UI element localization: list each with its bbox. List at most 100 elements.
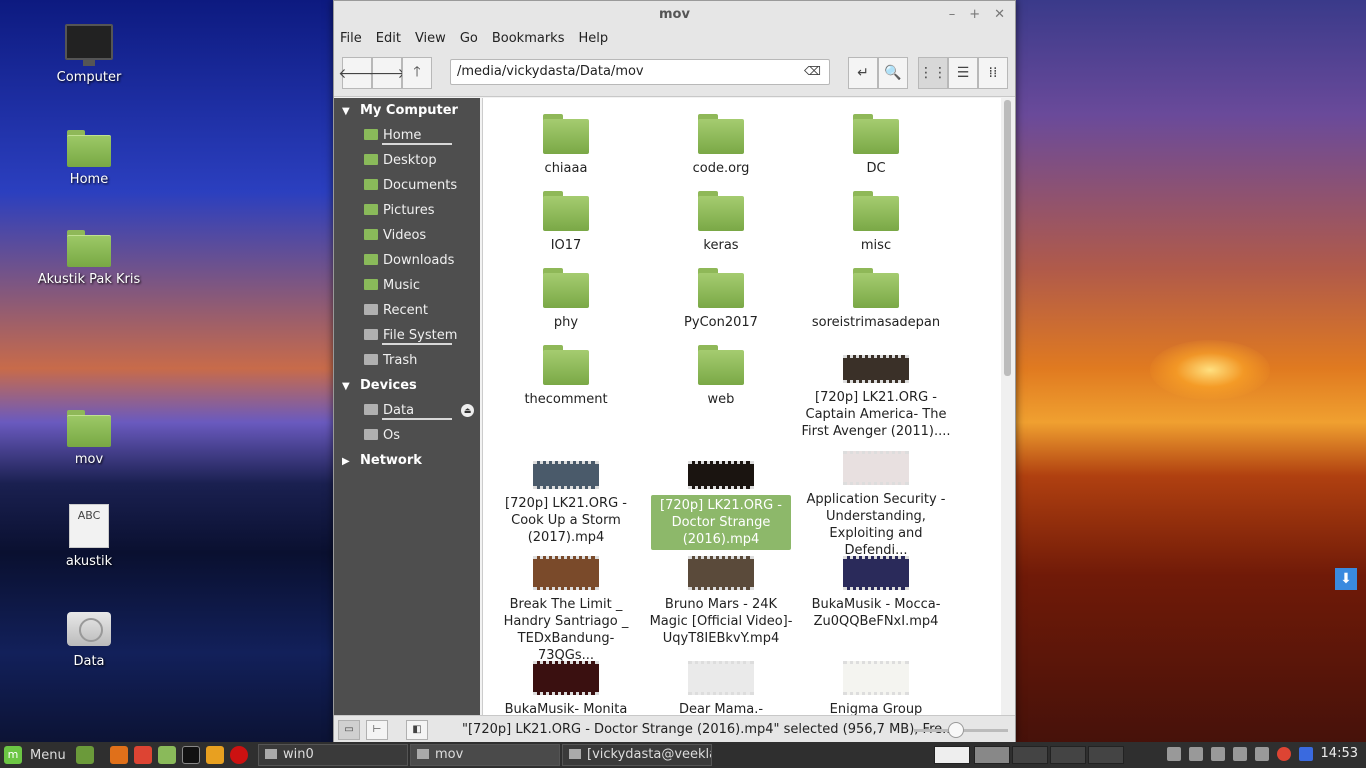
sidebar-section-devices[interactable]: ▼ Devices — [334, 373, 480, 398]
sidebar-item-recent[interactable]: Recent — [334, 298, 480, 323]
window-titlebar[interactable]: mov – + ✕ — [334, 1, 1015, 29]
sidebar-item-downloads[interactable]: Downloads — [334, 248, 480, 273]
maximize-button[interactable]: + — [969, 1, 980, 29]
sidebar-item-file-system[interactable]: File System — [334, 323, 480, 348]
show-places-button[interactable]: ▭ — [338, 720, 360, 740]
opera-icon[interactable] — [230, 746, 248, 764]
desktop-icon-label: Home — [69, 172, 109, 187]
user-icon[interactable] — [1166, 746, 1181, 761]
file-item[interactable]: Break The Limit _ Handry Santriago _ TED… — [491, 556, 641, 664]
desktop-icon-mov[interactable]: mov — [34, 410, 144, 467]
zoom-slider-handle[interactable] — [948, 722, 965, 738]
download-icon[interactable]: ⬇ — [1335, 568, 1357, 590]
clock[interactable]: 14:53 — [1321, 746, 1358, 761]
status-text: "[720p] LK21.ORG - Doctor Strange (2016)… — [462, 722, 955, 737]
icon-view-button[interactable]: ⋮⋮ — [918, 57, 948, 89]
file-item[interactable]: web — [646, 345, 796, 408]
file-item[interactable]: Application Security - Understanding, Ex… — [801, 451, 951, 559]
desktop-icon-home[interactable]: Home — [34, 130, 144, 187]
video-thumbnail — [843, 355, 909, 383]
blogger-icon[interactable] — [206, 746, 224, 764]
sidebar-item-videos[interactable]: Videos — [334, 223, 480, 248]
workspace-1[interactable] — [934, 746, 970, 764]
file-item[interactable]: code.org — [646, 114, 796, 177]
firefox-icon[interactable] — [110, 746, 128, 764]
desktop-icon-akustik[interactable]: ABC akustik — [34, 504, 144, 569]
desktop-icon-label: Computer — [56, 70, 122, 85]
sidebar-section-my-computer[interactable]: ▼ My Computer — [334, 98, 480, 123]
window-icon — [265, 749, 277, 759]
workspace-5[interactable] — [1088, 746, 1124, 764]
workspace-4[interactable] — [1050, 746, 1086, 764]
file-item[interactable]: misc — [801, 191, 951, 254]
scrollbar-thumb[interactable] — [1004, 100, 1011, 376]
menu-view[interactable]: View — [415, 29, 454, 49]
workspace-3[interactable] — [1012, 746, 1048, 764]
file-item[interactable]: Enigma Group — [801, 661, 951, 715]
file-item[interactable]: soreistrimasadepan — [801, 268, 951, 331]
toggle-location-button[interactable]: ↵ — [848, 57, 878, 89]
location-input[interactable]: /media/vickydasta/Data/mov ⌫ — [450, 59, 830, 85]
desktop-icon-akustik-pak-kris[interactable]: Akustik Pak Kris — [34, 230, 144, 287]
show-tree-button[interactable]: ⊢ — [366, 720, 388, 740]
wifi-icon[interactable] — [1210, 746, 1225, 761]
file-item[interactable]: [720p] LK21.ORG - Captain America- The F… — [801, 355, 951, 440]
terminal-icon[interactable] — [182, 746, 200, 764]
file-item[interactable]: PyCon2017 — [646, 268, 796, 331]
clear-location-icon[interactable]: ⌫ — [804, 64, 821, 78]
menu-bookmarks[interactable]: Bookmarks — [492, 29, 573, 49]
desktop-icon-data[interactable]: Data — [34, 606, 144, 669]
workspace-2[interactable] — [974, 746, 1010, 764]
sidebar-item-music[interactable]: Music — [334, 273, 480, 298]
sidebar-item-home[interactable]: Home — [334, 123, 480, 148]
file-item[interactable]: [720p] LK21.ORG - Cook Up a Storm (2017)… — [491, 461, 641, 546]
taskbar-window-mov[interactable]: mov — [410, 744, 560, 766]
search-button[interactable]: 🔍 — [878, 57, 908, 89]
sidebar-item-data[interactable]: Data ⏏ — [334, 398, 480, 423]
up-button[interactable]: 🡑 — [402, 57, 432, 89]
file-item[interactable]: DC — [801, 114, 951, 177]
volume-icon[interactable] — [1232, 746, 1247, 761]
sidebar-item-trash[interactable]: Trash — [334, 348, 480, 373]
menu-help[interactable]: Help — [578, 29, 616, 49]
files-icon[interactable] — [158, 746, 176, 764]
file-item-selected[interactable]: [720p] LK21.ORG - Doctor Strange (2016).… — [651, 461, 791, 550]
file-view[interactable]: chiaaa code.org DC IO17 keras misc phy P… — [482, 98, 1002, 715]
file-item[interactable]: thecomment — [491, 345, 641, 408]
sidebar-item-desktop[interactable]: Desktop — [334, 148, 480, 173]
list-view-button[interactable]: ☰ — [948, 57, 978, 89]
file-item[interactable]: BukaMusik - Mocca-Zu0QQBeFNxI.mp4 — [801, 556, 951, 630]
eject-icon[interactable]: ⏏ — [461, 404, 474, 417]
brightness-icon[interactable] — [1254, 746, 1269, 761]
file-item[interactable]: IO17 — [491, 191, 641, 254]
menu-file[interactable]: File — [340, 29, 370, 49]
menu-go[interactable]: Go — [460, 29, 486, 49]
sidebar-section-network[interactable]: ▶ Network — [334, 448, 480, 473]
file-item[interactable]: BukaMusik- Monita — [491, 661, 641, 715]
shield-icon[interactable] — [1298, 746, 1313, 761]
sidebar-item-documents[interactable]: Documents — [334, 173, 480, 198]
desktop-icon-computer[interactable]: Computer — [34, 24, 144, 85]
compact-view-button[interactable]: ⁞⁞ — [978, 57, 1008, 89]
update-icon[interactable] — [1188, 746, 1203, 761]
menu-edit[interactable]: Edit — [376, 29, 409, 49]
file-item[interactable]: Bruno Mars - 24K Magic [Official Video]-… — [646, 556, 796, 647]
file-item[interactable]: Dear Mama.- — [646, 661, 796, 715]
file-item[interactable]: phy — [491, 268, 641, 331]
taskbar-window-win0[interactable]: win0 — [258, 744, 408, 766]
taskbar-window-terminal[interactable]: [vickydasta@veekla... — [562, 744, 712, 766]
close-button[interactable]: ✕ — [994, 1, 1005, 29]
chrome-tray-icon[interactable] — [1276, 746, 1291, 761]
sidebar-item-os[interactable]: Os — [334, 423, 480, 448]
folder-icon — [543, 114, 589, 154]
sidebar-item-pictures[interactable]: Pictures — [334, 198, 480, 223]
forward-button[interactable]: 🡒 — [368, 57, 406, 89]
start-menu-button[interactable]: m Menu — [4, 746, 66, 764]
minimize-button[interactable]: – — [949, 1, 956, 29]
file-item[interactable]: chiaaa — [491, 114, 641, 177]
vertical-scrollbar[interactable] — [1001, 98, 1015, 715]
hide-sidebar-button[interactable]: ◧ — [406, 720, 428, 740]
show-desktop-icon[interactable] — [76, 746, 94, 764]
chrome-icon[interactable] — [134, 746, 152, 764]
file-item[interactable]: keras — [646, 191, 796, 254]
